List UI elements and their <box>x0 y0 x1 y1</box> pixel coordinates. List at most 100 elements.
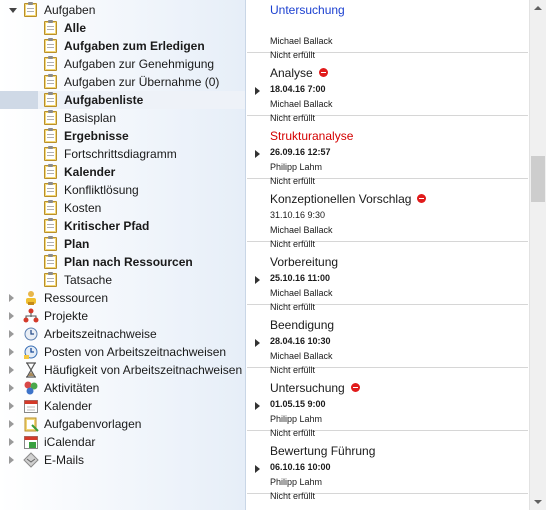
tree-node-label: Aufgaben zum Erledigen <box>64 39 205 53</box>
tree-node-module[interactable]: Aufgabenvorlagen <box>0 415 245 433</box>
scroll-up-button[interactable] <box>530 0 546 16</box>
task-assignee: Michael Ballack <box>270 225 333 235</box>
expand-icon[interactable] <box>6 437 16 447</box>
task-card[interactable]: Konzeptionellen Vorschlag 31.10.16 9:30 Mi… <box>247 179 528 249</box>
expand-arrow-icon[interactable] <box>255 402 260 410</box>
tree-node-label: Kritischer Pfad <box>64 219 150 233</box>
expand-arrow-icon[interactable] <box>255 87 260 95</box>
vertical-scrollbar[interactable] <box>529 0 546 510</box>
task-title-text: Strukturanalyse <box>270 129 354 143</box>
task-title: Strukturanalyse <box>270 129 353 143</box>
task-assignee: Michael Ballack <box>270 351 333 361</box>
expand-arrow-icon[interactable] <box>255 339 260 347</box>
task-card[interactable]: Bewertung Führung 06.10.16 10:00 Philipp L… <box>247 431 528 501</box>
tree-node-module[interactable]: Ressourcen <box>0 289 245 307</box>
task-date: 18.04.16 7:00 <box>270 84 326 94</box>
expand-icon[interactable] <box>6 293 16 303</box>
tree-node-view[interactable]: Kosten <box>0 199 245 217</box>
tree-node-label: Aufgaben <box>44 3 96 17</box>
task-card[interactable]: Strukturanalyse 26.09.16 12:57 Philipp Lah… <box>247 116 528 186</box>
collapse-icon[interactable] <box>8 5 18 15</box>
tree-node-module[interactable]: Posten von Arbeitszeitnachweisen <box>0 343 245 361</box>
clipboard-icon <box>44 200 57 215</box>
scroll-down-button[interactable] <box>530 494 546 510</box>
expand-icon[interactable] <box>6 383 16 393</box>
task-title: Vorbereitung <box>270 255 338 269</box>
task-card[interactable]: Analyse 18.04.16 7:00 Michael Ballack Nicht… <box>247 53 528 123</box>
tree-node-label: Aktivitäten <box>44 381 100 395</box>
tree-node-label: E-Mails <box>44 453 85 467</box>
tree-node-view[interactable]: Kalender <box>0 163 245 181</box>
expand-icon[interactable] <box>6 419 16 429</box>
task-title-text: Bewertung Führung <box>270 444 376 458</box>
expand-icon[interactable] <box>6 401 16 411</box>
clipboard-icon <box>44 20 57 35</box>
task-date: 31.10.16 9:30 <box>270 210 326 220</box>
task-title: Untersuchung <box>270 381 360 395</box>
task-list: Untersuchung Michael Ballack Nicht erfüllt… <box>247 0 546 510</box>
tree-node-view[interactable]: Fortschrittsdiagramm <box>0 145 245 163</box>
tree-node-module[interactable]: Kalender <box>0 397 245 415</box>
tree-node-view[interactable]: Aufgabenliste <box>0 91 245 109</box>
expand-icon[interactable] <box>6 365 16 375</box>
tree-node-module[interactable]: iCalendar <box>0 433 245 451</box>
expand-arrow-icon[interactable] <box>255 465 260 473</box>
timesheet-items-icon <box>23 344 38 359</box>
expand-icon[interactable] <box>6 347 16 357</box>
tree-node-view[interactable]: Plan <box>0 235 245 253</box>
expand-arrow-icon[interactable] <box>255 150 260 158</box>
hourglass-icon <box>23 362 37 378</box>
clipboard-icon <box>44 254 57 269</box>
tree-node-module[interactable]: Arbeitszeitnachweise <box>0 325 245 343</box>
task-title-text: Untersuchung <box>270 381 345 395</box>
tree-node-view[interactable]: Konfliktlösung <box>0 181 245 199</box>
task-card[interactable]: Beendigung 28.04.16 10:30 Michael Ballack N… <box>247 305 528 375</box>
tree-node-label: Konfliktlösung <box>64 183 139 197</box>
tree-node-view[interactable]: Aufgaben zum Erledigen <box>0 37 245 55</box>
task-title-text: Beendigung <box>270 318 335 332</box>
expand-icon[interactable] <box>6 329 16 339</box>
tree-node-view[interactable]: Aufgaben zur Genehmigung <box>0 55 245 73</box>
tree-node-view[interactable]: Plan nach Ressourcen <box>0 253 245 271</box>
task-card[interactable]: Untersuchung Michael Ballack Nicht erfüllt <box>247 0 528 60</box>
expand-icon[interactable] <box>6 455 16 465</box>
clipboard-icon <box>24 2 37 17</box>
projects-icon <box>23 308 39 323</box>
activities-icon <box>23 380 38 395</box>
tree-node-label: Arbeitszeitnachweise <box>44 327 157 341</box>
tree-node-module[interactable]: Häufigkeit von Arbeitszeitnachweisen <box>0 361 245 379</box>
blocked-icon <box>318 68 328 77</box>
task-assignee: Michael Ballack <box>270 36 333 46</box>
tree-node-module[interactable]: E-Mails <box>0 451 245 469</box>
tree-node-label: Ergebnisse <box>64 129 129 143</box>
clipboard-icon <box>44 182 57 197</box>
task-title: Beendigung <box>270 318 334 332</box>
task-title: Bewertung Führung <box>270 444 375 458</box>
tree-node-view[interactable]: Alle <box>0 19 245 37</box>
task-templates-icon <box>23 416 39 432</box>
tree-node-module[interactable]: Projekte <box>0 307 245 325</box>
task-assignee: Michael Ballack <box>270 288 333 298</box>
tree-node-label: Aufgabenvorlagen <box>44 417 142 431</box>
tree-node-label: Aufgabenliste <box>64 93 144 107</box>
task-title-text: Konzeptionellen Vorschlag <box>270 192 412 206</box>
expand-icon[interactable] <box>6 311 16 321</box>
scrollbar-thumb[interactable] <box>531 156 545 202</box>
tree-node-tasks[interactable]: Aufgaben <box>0 1 245 19</box>
task-assignee: Philipp Lahm <box>270 414 323 424</box>
tree-node-view[interactable]: Tatsache <box>0 271 245 289</box>
tree-node-module[interactable]: Aktivitäten <box>0 379 245 397</box>
tree-node-label: Alle <box>64 21 87 35</box>
resources-icon <box>23 290 37 305</box>
clipboard-icon <box>44 74 57 89</box>
tree-node-view[interactable]: Kritischer Pfad <box>0 217 245 235</box>
task-card[interactable]: Untersuchung 01.05.15 9:00 Philipp Lahm Nic… <box>247 368 528 438</box>
expand-arrow-icon[interactable] <box>255 276 260 284</box>
task-card[interactable]: Vorbereitung 25.10.16 11:00 Michael Ballac… <box>247 242 528 312</box>
clipboard-icon <box>44 92 57 107</box>
tree-node-view[interactable]: Aufgaben zur Übernahme (0) <box>0 73 245 91</box>
tree-node-view[interactable]: Basisplan <box>0 109 245 127</box>
tree-node-label: Plan nach Ressourcen <box>64 255 193 269</box>
tree-node-view[interactable]: Ergebnisse <box>0 127 245 145</box>
clipboard-icon <box>44 38 57 53</box>
